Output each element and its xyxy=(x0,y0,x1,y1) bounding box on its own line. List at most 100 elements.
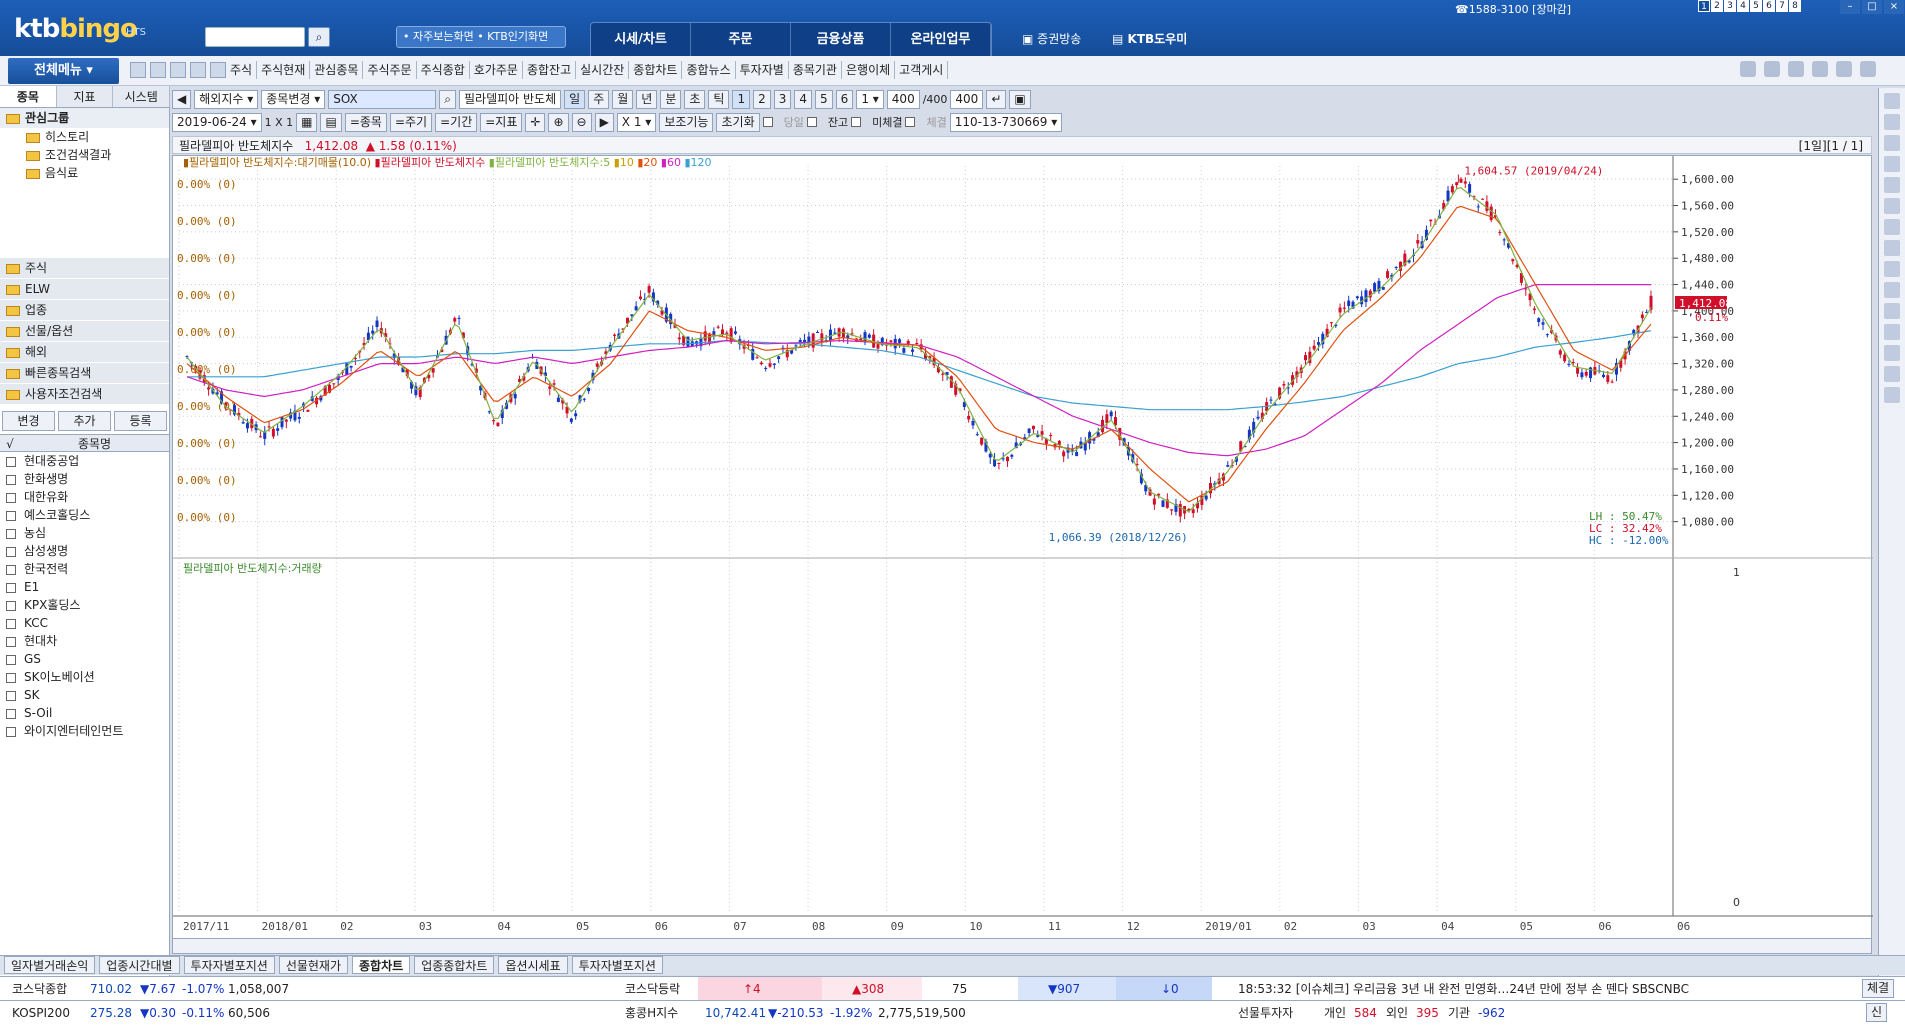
stock-checkbox[interactable] xyxy=(6,672,16,683)
stock-row[interactable]: E1 xyxy=(0,578,169,596)
search-icon[interactable]: ⌕ xyxy=(308,27,330,47)
cursor-icon[interactable] xyxy=(1884,93,1900,109)
refresh-icon[interactable] xyxy=(1740,61,1756,77)
stock-checkbox[interactable] xyxy=(6,654,16,665)
balance-checkbox[interactable] xyxy=(806,117,817,127)
window-icon[interactable] xyxy=(210,62,226,78)
grid-icon[interactable]: ▦ xyxy=(296,112,318,132)
layout-3[interactable]: 3 xyxy=(773,89,792,109)
menu-item[interactable]: 주식주문 xyxy=(363,61,417,79)
settings-icon[interactable] xyxy=(1764,61,1780,77)
interest-group[interactable]: 관심그룹 xyxy=(0,108,169,128)
stock-row[interactable]: 한국전력 xyxy=(0,560,169,578)
menu-item[interactable]: 관심종목 xyxy=(310,61,364,79)
zoom-out-icon[interactable]: ⊖ xyxy=(571,112,592,132)
stock-row[interactable]: 한화생명 xyxy=(0,470,169,488)
page-6[interactable]: 6 xyxy=(1763,0,1775,12)
date-picker[interactable]: 2019-06-24 ▾ xyxy=(172,112,262,132)
account-select[interactable]: 110-13-730669 ▾ xyxy=(949,112,1063,132)
count-select[interactable]: 1 ▾ xyxy=(856,89,884,109)
stock-checkbox[interactable] xyxy=(6,492,16,503)
text-tool-icon[interactable] xyxy=(1884,219,1900,235)
save-icon[interactable]: ▣ xyxy=(1009,89,1031,109)
register-button[interactable]: 등록 xyxy=(114,411,167,431)
menu-item[interactable]: 고객게시 xyxy=(895,61,949,79)
sync-stock[interactable]: =종목 xyxy=(344,112,387,132)
menu-item[interactable]: 종합잔고 xyxy=(523,61,577,79)
save-icon[interactable] xyxy=(150,62,166,78)
settings-icon[interactable] xyxy=(1884,324,1900,340)
tab-system[interactable]: 시스템 xyxy=(113,86,171,107)
today-checkbox[interactable] xyxy=(762,117,773,127)
chart-scrollbar[interactable] xyxy=(172,938,1872,954)
line-tool-icon[interactable] xyxy=(1884,114,1900,130)
prev-icon[interactable]: ◀ xyxy=(172,89,192,109)
stock-checkbox[interactable] xyxy=(6,582,16,593)
symbol-search-icon[interactable]: ⌕ xyxy=(439,89,456,109)
group-sector[interactable]: 업종 xyxy=(0,300,169,321)
redo-icon[interactable] xyxy=(1884,366,1900,382)
stock-checkbox[interactable] xyxy=(6,474,16,485)
stock-row[interactable]: SK이노베이션 xyxy=(0,668,169,686)
period-tick[interactable]: 틱 xyxy=(708,89,730,109)
sync-period[interactable]: =주기 xyxy=(389,112,433,132)
stock-row[interactable]: 대한유화 xyxy=(0,488,169,506)
assist-button[interactable]: 보조기능 xyxy=(659,112,714,132)
stock-checkbox[interactable] xyxy=(6,690,16,701)
calc-icon[interactable] xyxy=(190,62,206,78)
screen-icon[interactable] xyxy=(130,62,146,78)
stock-row[interactable]: 와이지엔터테인먼트 xyxy=(0,722,169,740)
undo-icon[interactable] xyxy=(1884,345,1900,361)
stock-row[interactable]: S-Oil xyxy=(0,704,169,722)
menu-item[interactable]: 은행이체 xyxy=(842,61,896,79)
market-select[interactable]: 해외지수 ▾ xyxy=(194,89,259,109)
print-icon[interactable] xyxy=(1788,61,1804,77)
menu-item[interactable]: 종합차트 xyxy=(629,61,683,79)
page-3[interactable]: 3 xyxy=(1724,0,1736,12)
tree-item-food[interactable]: 음식료 xyxy=(0,164,169,182)
stock-row[interactable]: 농심 xyxy=(0,524,169,542)
unfilled-checkbox[interactable] xyxy=(851,117,862,127)
vertical-line-icon[interactable] xyxy=(1884,177,1900,193)
eraser-icon[interactable] xyxy=(1884,261,1900,277)
stock-checkbox[interactable] xyxy=(6,456,16,467)
stock-checkbox[interactable] xyxy=(6,510,16,521)
stock-checkbox[interactable] xyxy=(6,636,16,647)
pen-icon[interactable] xyxy=(1884,240,1900,256)
group-futures[interactable]: 선물/옵션 xyxy=(0,321,169,342)
group-overseas[interactable]: 해외 xyxy=(0,342,169,363)
group-stock[interactable]: 주식 xyxy=(0,258,169,279)
stock-checkbox[interactable] xyxy=(6,528,16,539)
layout-6[interactable]: 6 xyxy=(835,89,854,109)
tab-investor-pos-2[interactable]: 투자자별포지션 xyxy=(571,956,663,974)
symbol-input[interactable]: SOX xyxy=(328,89,437,109)
tab-sector-time[interactable]: 업종시간대별 xyxy=(99,956,180,974)
nav-financial-products[interactable]: 금융상품 xyxy=(791,23,891,56)
period-week[interactable]: 주 xyxy=(588,89,610,109)
menu-search-input[interactable] xyxy=(205,27,305,47)
stock-row[interactable]: KCC xyxy=(0,614,169,632)
page-1[interactable]: 1 xyxy=(1698,0,1710,12)
helper-button[interactable]: ▤ KTB도우미 xyxy=(1112,30,1187,47)
nav-order[interactable]: 주문 xyxy=(691,23,791,56)
page-7[interactable]: 7 xyxy=(1776,0,1788,12)
change-select[interactable]: 종목변경 ▾ xyxy=(261,89,326,109)
period-day[interactable]: 일 xyxy=(564,89,586,109)
layout-1[interactable]: 1 xyxy=(732,89,751,109)
stock-row[interactable]: GS xyxy=(0,650,169,668)
fibonacci-icon[interactable] xyxy=(1884,198,1900,214)
multiplier-select[interactable]: X 1 ▾ xyxy=(616,112,657,132)
tab-combined-chart[interactable]: 종합차트 xyxy=(352,956,411,974)
search-icon[interactable] xyxy=(1884,387,1900,403)
menu-item[interactable]: 종합뉴스 xyxy=(682,61,736,79)
tab-investor-pos[interactable]: 투자자별포지션 xyxy=(183,956,275,974)
stock-row[interactable]: 현대중공업 xyxy=(0,452,169,470)
layout-4[interactable]: 4 xyxy=(794,89,813,109)
lock-icon[interactable] xyxy=(1836,61,1852,77)
close-icon[interactable]: × xyxy=(1884,0,1904,14)
page-4[interactable]: 4 xyxy=(1737,0,1749,12)
news-ticker[interactable]: 18:53:32 [이슈체크] 우리금융 3년 내 완전 민영화…24년 만에 … xyxy=(1238,977,1689,1001)
add-button[interactable]: 추가 xyxy=(58,411,111,431)
reset-button[interactable]: 초기화 xyxy=(716,112,760,132)
tree-item-search-results[interactable]: 조건검색결과 xyxy=(0,146,169,164)
